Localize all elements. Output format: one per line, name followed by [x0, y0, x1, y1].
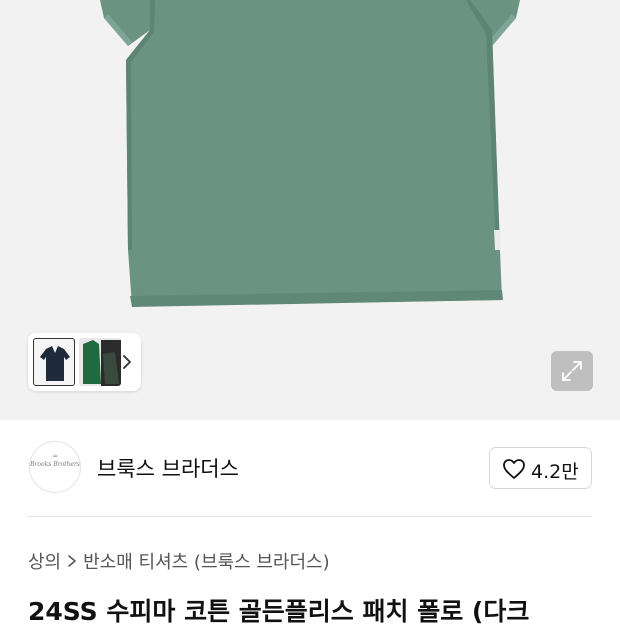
thumbnail-2[interactable]: [79, 338, 121, 386]
breadcrumb-item-category[interactable]: 상의: [28, 548, 61, 574]
brand-logo[interactable]: ≈ Brooks Brothers: [29, 441, 81, 493]
green-polo-model-thumbnail-image: [79, 338, 121, 386]
like-count: 4.2만: [531, 461, 579, 483]
chevron-right-icon[interactable]: [119, 352, 135, 372]
chevron-right-icon: [61, 551, 83, 571]
navy-polo-thumbnail-image: [40, 346, 70, 381]
thumbnail-strip[interactable]: [28, 333, 141, 391]
thumbnail-1[interactable]: [33, 338, 75, 386]
brand-row: ≈ Brooks Brothers 브룩스 브라더스 4.2만: [0, 420, 620, 517]
expand-arrows-icon: [562, 361, 582, 381]
divider: [28, 516, 592, 517]
brand-name[interactable]: 브룩스 브라더스: [97, 453, 239, 483]
brand-logo-mark: ≈: [52, 452, 58, 460]
product-title: 24SS 수피마 코튼 골든플리스 패치 폴로 (다크: [28, 597, 530, 626]
brand-logo-text: Brooks Brothers: [30, 461, 80, 468]
expand-image-button[interactable]: [551, 351, 593, 391]
breadcrumb: 상의 반소매 티셔츠 (브룩스 브라더스): [28, 548, 330, 574]
like-button[interactable]: 4.2만: [489, 447, 592, 489]
breadcrumb-item-subcategory[interactable]: 반소매 티셔츠 (브룩스 브라더스): [83, 548, 330, 574]
heart-icon: [503, 459, 525, 479]
product-image-area[interactable]: [0, 0, 620, 420]
